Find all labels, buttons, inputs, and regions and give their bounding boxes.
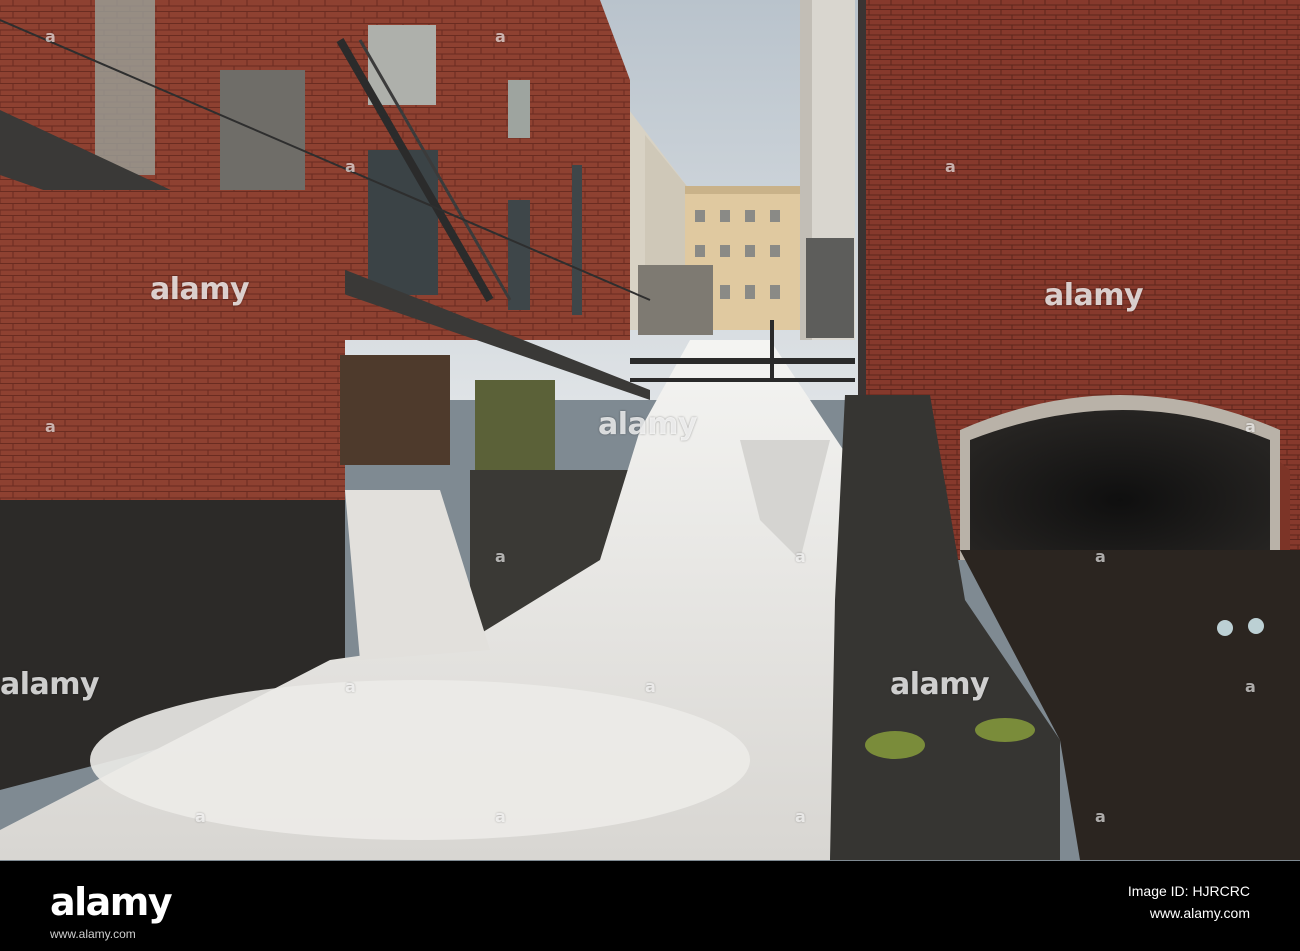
watermark-tile: a: [495, 547, 506, 566]
watermark-tile: a: [945, 157, 956, 176]
watermark-lower-left: alamy: [0, 667, 100, 702]
photo: alamy alamy alamy alamy alamy a a a a a …: [0, 0, 1300, 861]
watermark-tile: a: [795, 547, 806, 566]
watermark-tile: a: [1245, 677, 1256, 696]
watermark-right: alamy: [1044, 278, 1144, 313]
watermark-lower-right: alamy: [890, 667, 990, 702]
watermark-tile: a: [195, 807, 206, 826]
watermark-tile: a: [645, 677, 656, 696]
watermark-tile: a: [1095, 807, 1106, 826]
watermark-footer: alamy www.alamy.com Image ID: HJRCRC www…: [0, 861, 1300, 951]
watermark-tile: a: [795, 807, 806, 826]
watermark-tile: a: [345, 677, 356, 696]
watermark-tile: a: [495, 27, 506, 46]
image-id: Image ID: HJRCRC: [1127, 883, 1250, 899]
watermark-tile: a: [1095, 547, 1106, 566]
alamy-url: www.alamy.com: [50, 927, 136, 941]
alamy-url-right: www.alamy.com: [1149, 905, 1250, 921]
watermark-tile: a: [45, 27, 56, 46]
watermark-tile: a: [495, 807, 506, 826]
watermark-tile: a: [1245, 417, 1256, 436]
watermark-tile: a: [45, 417, 56, 436]
watermark-tile: a: [345, 157, 356, 176]
alamy-logo: alamy: [50, 880, 173, 924]
watermark-left: alamy: [150, 272, 250, 307]
watermark-center: alamy: [598, 407, 698, 442]
